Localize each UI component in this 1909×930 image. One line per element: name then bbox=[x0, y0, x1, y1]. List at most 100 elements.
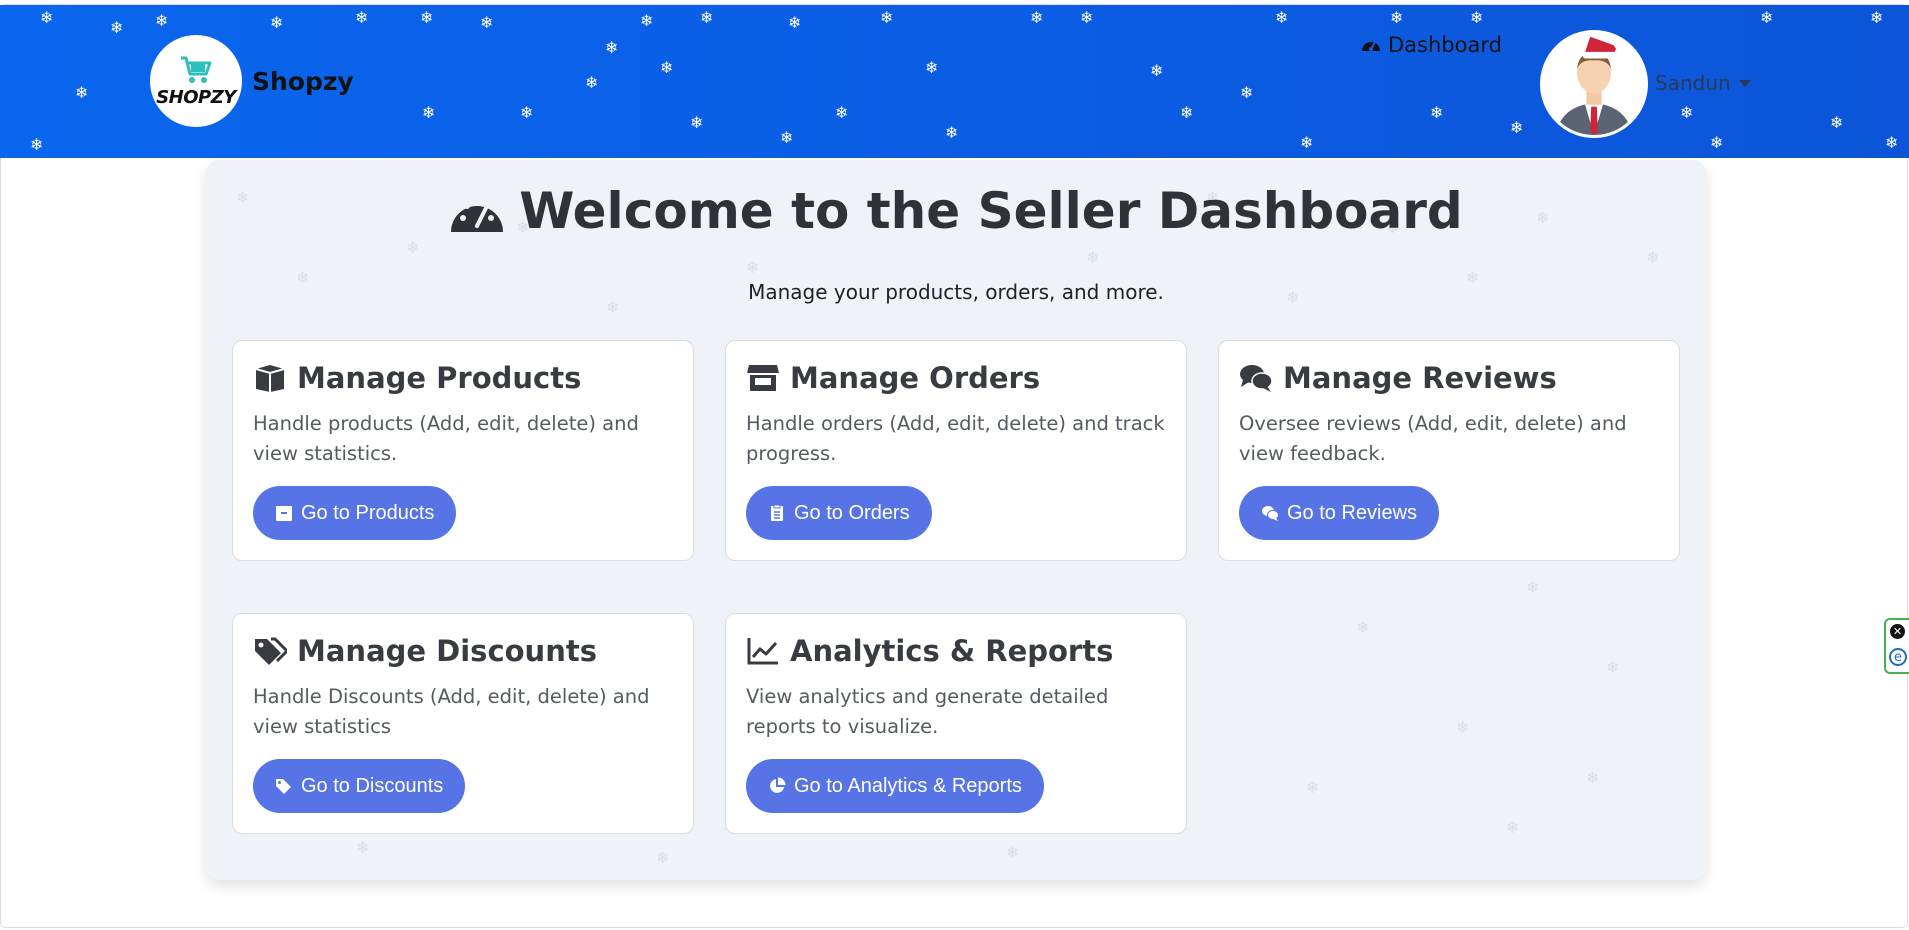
snowflake: ❄ bbox=[480, 13, 494, 32]
snowflake: ❄ bbox=[1180, 103, 1194, 122]
snowflake: ❄ bbox=[880, 8, 894, 27]
button-label: Go to Discounts bbox=[301, 774, 444, 797]
user-menu-dropdown[interactable]: Sandun bbox=[1655, 71, 1751, 95]
snowflake: ❄ bbox=[605, 38, 619, 57]
snowflake: ❄ bbox=[420, 8, 434, 27]
site-header: ❄ ❄ ❄ ❄ ❄ ❄ ❄ ❄ ❄ ❄ ❄ ❄ ❄ ❄ ❄ ❄ ❄ ❄ ❄ ❄ … bbox=[0, 5, 1909, 158]
card-title-text: Manage Products bbox=[297, 361, 582, 395]
snowflake: ❄ bbox=[1526, 578, 1540, 597]
card-description: Oversee reviews (Add, edit, delete) and … bbox=[1239, 412, 1627, 465]
snowflake: ❄ bbox=[1150, 61, 1164, 80]
snowflake: ❄ bbox=[1080, 8, 1094, 27]
button-label: Go to Products bbox=[301, 501, 435, 524]
snowflake: ❄ bbox=[925, 58, 939, 77]
user-name: Sandun bbox=[1655, 71, 1731, 95]
card-manage-reviews: Manage Reviews Oversee reviews (Add, edi… bbox=[1218, 340, 1680, 561]
go-to-products-button[interactable]: Go to Products bbox=[253, 486, 457, 540]
page-title: Welcome to the Seller Dashboard bbox=[206, 182, 1706, 240]
snowflake: ❄ bbox=[1006, 843, 1020, 862]
snowflake: ❄ bbox=[40, 8, 54, 27]
card-title-text: Manage Orders bbox=[790, 361, 1041, 395]
page-subtitle: Manage your products, orders, and more. bbox=[748, 280, 1164, 304]
dashboard-panel: ❄ ❄ ❄ ❄ ❄ ❄ ❄ ❄ ❄ ❄ ❄ ❄ ❄ ❄ ❄ ❄ ❄ ❄ ❄ ❄ … bbox=[206, 160, 1706, 880]
caret-down-icon bbox=[1738, 79, 1751, 87]
snowflake: ❄ bbox=[1240, 83, 1254, 102]
snowflake: ❄ bbox=[780, 128, 794, 147]
snowflake: ❄ bbox=[945, 123, 959, 142]
box-open-icon bbox=[255, 365, 285, 392]
snowflake: ❄ bbox=[835, 103, 849, 122]
brand-name[interactable]: Shopzy bbox=[252, 67, 354, 96]
snowflake: ❄ bbox=[1510, 118, 1524, 137]
go-to-orders-button[interactable]: Go to Orders bbox=[746, 486, 932, 540]
box-icon bbox=[276, 506, 292, 521]
snowflake: ❄ bbox=[1606, 658, 1620, 677]
side-extension-widget[interactable]: ✕ e bbox=[1884, 618, 1909, 674]
snowflake: ❄ bbox=[422, 103, 436, 122]
card-title: Manage Products bbox=[253, 361, 673, 395]
logo-text: SHOPZY bbox=[156, 86, 236, 108]
go-to-analytics-button[interactable]: Go to Analytics & Reports bbox=[746, 759, 1044, 813]
nav-dashboard-link[interactable]: Dashboard bbox=[1360, 33, 1502, 57]
snowflake: ❄ bbox=[746, 258, 760, 277]
comments-icon bbox=[1240, 365, 1273, 392]
snowflake: ❄ bbox=[1275, 8, 1289, 27]
snowflake: ❄ bbox=[1300, 133, 1314, 152]
snowflake: ❄ bbox=[1306, 778, 1320, 797]
shopping-cart-icon bbox=[181, 56, 212, 83]
snowflake: ❄ bbox=[75, 83, 89, 102]
button-label: Go to Orders bbox=[794, 501, 910, 524]
card-manage-products: Manage Products Handle products (Add, ed… bbox=[232, 340, 694, 561]
snowflake: ❄ bbox=[1646, 248, 1660, 267]
card-title-text: Manage Discounts bbox=[297, 634, 597, 668]
card-analytics-reports: Analytics & Reports View analytics and g… bbox=[725, 613, 1187, 834]
nav-dashboard-label: Dashboard bbox=[1388, 33, 1502, 57]
snowflake: ❄ bbox=[1506, 818, 1520, 837]
card-title: Manage Orders bbox=[746, 361, 1166, 395]
snowflake: ❄ bbox=[640, 11, 654, 30]
card-title-text: Manage Reviews bbox=[1283, 361, 1557, 395]
snowflake: ❄ bbox=[520, 103, 534, 122]
snowflake: ❄ bbox=[1086, 248, 1100, 267]
close-icon[interactable]: ✕ bbox=[1890, 624, 1905, 639]
gauge-icon bbox=[1362, 41, 1380, 51]
snowflake: ❄ bbox=[585, 73, 599, 92]
page-title-text: Welcome to the Seller Dashboard bbox=[519, 182, 1463, 240]
snowflake: ❄ bbox=[690, 113, 704, 132]
clipboard-list-icon bbox=[771, 504, 783, 521]
go-to-discounts-button[interactable]: Go to Discounts bbox=[253, 759, 466, 813]
comments-icon bbox=[1262, 506, 1279, 521]
snowflake: ❄ bbox=[1760, 8, 1774, 27]
snowflake: ❄ bbox=[1470, 8, 1484, 27]
snowflake: ❄ bbox=[788, 13, 802, 32]
button-label: Go to Reviews bbox=[1287, 501, 1418, 524]
snowflake: ❄ bbox=[1390, 8, 1404, 27]
user-avatar-image bbox=[1543, 33, 1645, 135]
go-to-reviews-button[interactable]: Go to Reviews bbox=[1239, 486, 1440, 540]
card-description: Handle products (Add, edit, delete) and … bbox=[253, 412, 639, 465]
snowflake: ❄ bbox=[1456, 718, 1470, 737]
snowflake: ❄ bbox=[355, 8, 369, 27]
store-icon bbox=[747, 365, 779, 391]
snowflake: ❄ bbox=[1356, 618, 1370, 637]
snowflake: ❄ bbox=[1586, 768, 1600, 787]
snowflake: ❄ bbox=[656, 848, 670, 867]
card-manage-discounts: Manage Discounts Handle Discounts (Add, … bbox=[232, 613, 694, 834]
card-description: Handle Discounts (Add, edit, delete) and… bbox=[253, 685, 650, 738]
snowflake: ❄ bbox=[1680, 103, 1694, 122]
card-title-text: Analytics & Reports bbox=[790, 634, 1114, 668]
user-avatar[interactable] bbox=[1540, 30, 1648, 138]
button-label: Go to Analytics & Reports bbox=[794, 774, 1022, 797]
shopzy-logo[interactable]: SHOPZY bbox=[150, 35, 242, 127]
card-title: Manage Discounts bbox=[253, 634, 673, 668]
snowflake: ❄ bbox=[1710, 133, 1724, 152]
card-manage-orders: Manage Orders Handle orders (Add, edit, … bbox=[725, 340, 1187, 561]
card-title: Analytics & Reports bbox=[746, 634, 1166, 668]
chart-line-icon bbox=[747, 638, 778, 665]
card-title: Manage Reviews bbox=[1239, 361, 1659, 395]
tachometer-icon bbox=[451, 197, 504, 232]
snowflake: ❄ bbox=[1885, 133, 1899, 152]
extension-e-icon[interactable]: e bbox=[1889, 648, 1907, 666]
snowflake: ❄ bbox=[270, 13, 284, 32]
tags-icon bbox=[255, 637, 287, 665]
